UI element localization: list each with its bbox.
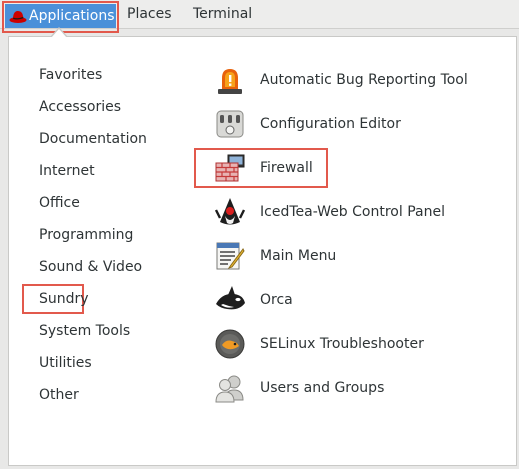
app-abrt[interactable]: Automatic Bug Reporting Tool — [214, 64, 504, 96]
places-menu-button[interactable]: Places — [121, 0, 178, 28]
java-duke-icon — [214, 198, 246, 225]
category-programming[interactable]: Programming — [39, 225, 133, 245]
app-label: IcedTea-Web Control Panel — [260, 204, 445, 220]
siren-icon — [218, 69, 242, 94]
app-icedtea-web-control-panel[interactable]: IcedTea-Web Control Panel — [214, 196, 504, 228]
redhat-logo-icon — [9, 10, 27, 23]
firewall-icon — [215, 154, 245, 182]
category-utilities[interactable]: Utilities — [39, 353, 92, 373]
app-label: Configuration Editor — [260, 116, 401, 132]
applications-menu-highlight[interactable]: Applications — [5, 4, 116, 28]
category-office[interactable]: Office — [39, 193, 80, 213]
app-label: Orca — [260, 292, 293, 308]
terminal-menu-button[interactable]: Terminal — [187, 0, 258, 28]
app-orca[interactable]: Orca — [214, 284, 504, 316]
selinux-icon — [215, 329, 245, 359]
category-accessories[interactable]: Accessories — [39, 97, 121, 117]
category-sound-video[interactable]: Sound & Video — [39, 257, 142, 277]
category-system-tools[interactable]: System Tools — [39, 321, 130, 341]
app-label: SELinux Troubleshooter — [260, 336, 424, 352]
users-icon — [215, 375, 244, 403]
top-panel: Applications Places Terminal — [0, 0, 519, 33]
popup-arrow-fill — [51, 29, 67, 38]
category-internet[interactable]: Internet — [39, 161, 95, 181]
category-other[interactable]: Other — [39, 385, 79, 405]
category-favorites[interactable]: Favorites — [39, 65, 102, 85]
app-label: Main Menu — [260, 248, 337, 264]
app-label: Automatic Bug Reporting Tool — [260, 72, 468, 88]
app-users-and-groups[interactable]: Users and Groups — [214, 372, 504, 404]
menu-editor-icon — [216, 242, 245, 270]
app-selinux-troubleshooter[interactable]: SELinux Troubleshooter — [214, 328, 504, 360]
app-main-menu[interactable]: Main Menu — [214, 240, 504, 272]
settings-sliders-icon — [216, 110, 244, 138]
applications-menu-label: Applications — [29, 8, 115, 24]
app-configuration-editor[interactable]: Configuration Editor — [214, 108, 504, 140]
app-label: Firewall — [260, 160, 313, 176]
app-label: Users and Groups — [260, 380, 385, 396]
app-firewall[interactable]: Firewall — [214, 152, 504, 184]
orca-whale-icon — [216, 286, 245, 310]
category-sundry[interactable]: Sundry — [39, 289, 89, 309]
category-documentation[interactable]: Documentation — [39, 129, 147, 149]
